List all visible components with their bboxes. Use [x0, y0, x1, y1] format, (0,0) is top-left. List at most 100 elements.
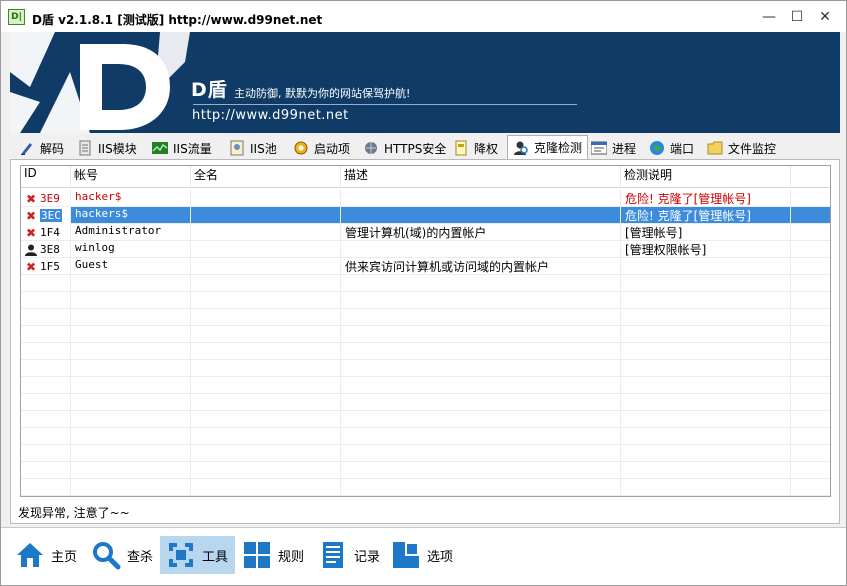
table-row[interactable]: ✖ 3E9 hacker$ 危险! 克隆了[管理帐号] [21, 190, 830, 207]
tab-label: IIS模块 [98, 141, 137, 156]
app-window: D| D盾 v2.1.8.1 [测试版] http://www.d99net.n… [0, 0, 847, 586]
tab-startup[interactable]: 启动项 [288, 137, 355, 159]
column-header-id[interactable]: ID [21, 166, 71, 188]
decode-icon [21, 143, 32, 155]
row-account: Administrator [71, 224, 191, 241]
banner-product-name: D盾 [191, 79, 228, 101]
log-icon [323, 542, 343, 568]
nav-options-button[interactable]: 选项 [385, 536, 459, 574]
user-icon [25, 244, 37, 256]
tab-iis-traffic[interactable]: IIS流量 [147, 137, 217, 159]
nav-log-button[interactable]: 记录 [312, 536, 386, 574]
row-id-cell: ✖ 3EC [21, 207, 71, 224]
maximize-button[interactable]: ☐ [783, 5, 811, 29]
nav-scan-button[interactable]: 查杀 [85, 536, 159, 574]
row-note: [管理帐号] [621, 224, 791, 241]
row-note: [管理权限帐号] [621, 241, 791, 258]
nav-rules-button[interactable]: 规则 [236, 536, 310, 574]
tab-label: 端口 [670, 141, 695, 156]
empty-row [21, 309, 830, 326]
app-icon: D| [8, 9, 25, 25]
nav-label: 工具 [202, 549, 229, 565]
tab-file-monitor[interactable]: 文件监控 [702, 137, 781, 159]
status-text: 发现异常, 注意了~~ [18, 506, 130, 520]
tab-process[interactable]: 进程 [586, 137, 641, 159]
minimize-button[interactable]: — [755, 5, 783, 29]
options-icon [393, 542, 419, 568]
column-header-note[interactable]: 检测说明 [621, 166, 791, 188]
rules-icon [244, 542, 270, 568]
row-account: winlog [71, 241, 191, 258]
empty-row [21, 275, 830, 292]
row-account: hacker$ [71, 190, 191, 207]
nav-tools-button[interactable]: 工具 [160, 536, 235, 574]
row-note: 危险! 克隆了[管理帐号] [621, 190, 791, 207]
tab-label: 降权 [474, 141, 499, 156]
column-header-fullname[interactable]: 全名 [191, 166, 341, 188]
nav-home-button[interactable]: 主页 [9, 536, 83, 574]
d-shield-logo-icon [10, 32, 190, 133]
nav-label: 主页 [51, 549, 78, 565]
account-list[interactable]: ID 帐号 全名 描述 检测说明 ✖ 3E9 hacker$ 危险! 克隆了[管理… [20, 165, 831, 497]
tab-iis-pool[interactable]: IIS池 [224, 137, 282, 159]
row-description [341, 190, 621, 207]
window-title: D盾 v2.1.8.1 [测试版] http://www.d99net.net [32, 13, 323, 27]
tab-label: 文件监控 [728, 141, 777, 156]
nav-label: 选项 [427, 549, 454, 565]
iis-pool-icon [230, 140, 244, 156]
tab-downgrade[interactable]: 降权 [448, 137, 503, 159]
tab-label: IIS池 [250, 141, 277, 156]
empty-row [21, 411, 830, 428]
tab-clone-detect[interactable]: 克隆检测 [507, 135, 589, 159]
main-nav: 主页 查杀 工具 规则 记录 选项 [1, 527, 846, 585]
cross-icon: ✖ [25, 225, 37, 240]
column-header-account[interactable]: 帐号 [71, 166, 191, 188]
row-id: 3E9 [40, 192, 60, 205]
title-bar[interactable]: D| D盾 v2.1.8.1 [测试版] http://www.d99net.n… [1, 1, 846, 32]
empty-row [21, 462, 830, 479]
row-id-cell: 3E8 [21, 241, 71, 258]
nav-label: 规则 [278, 549, 305, 565]
tab-label: 解码 [40, 141, 65, 156]
tab-decode[interactable]: 解码 [14, 137, 69, 159]
list-header: ID 帐号 全名 描述 检测说明 [21, 166, 830, 188]
tab-https[interactable]: HTTPS安全 [358, 137, 451, 159]
tab-label: HTTPS安全 [384, 141, 447, 156]
row-id: 3E8 [40, 243, 60, 256]
table-row[interactable]: ✖ 3EC hackers$ 危险! 克隆了[管理帐号] [21, 207, 830, 224]
tab-port[interactable]: 端口 [644, 137, 699, 159]
port-icon [650, 141, 664, 155]
column-header-description[interactable]: 描述 [341, 166, 621, 188]
table-row[interactable]: 3E8 winlog [管理权限帐号] [21, 241, 830, 258]
search-kill-icon [93, 542, 121, 570]
empty-row [21, 445, 830, 462]
row-account: Guest [71, 258, 191, 275]
close-button[interactable]: ✕ [811, 5, 839, 29]
empty-row [21, 479, 830, 496]
cross-icon: ✖ [25, 191, 37, 206]
row-fullname [191, 258, 341, 275]
cross-icon: ✖ [25, 208, 37, 223]
clone-detect-icon [514, 141, 528, 155]
row-fullname [191, 224, 341, 241]
tab-label: IIS流量 [173, 141, 212, 156]
empty-row [21, 343, 830, 360]
row-id-cell: ✖ 3E9 [21, 190, 71, 207]
iis-module-icon [79, 140, 91, 156]
empty-row [21, 360, 830, 377]
empty-row [21, 394, 830, 411]
row-fullname [191, 207, 341, 224]
tool-tabs: 解码 IIS模块 IIS流量 IIS池 启动项 HTTPS安全 降权 克隆检测 [10, 135, 840, 159]
table-row[interactable]: ✖ 1F5 Guest 供来宾访问计算机或访问域的内置帐户 [21, 258, 830, 275]
row-id-cell: ✖ 1F4 [21, 224, 71, 241]
table-row[interactable]: ✖ 1F4 Administrator 管理计算机(域)的内置帐户 [管理帐号] [21, 224, 830, 241]
row-note: 危险! 克隆了[管理帐号] [621, 207, 791, 224]
tab-label: 进程 [612, 141, 637, 156]
row-description [341, 241, 621, 258]
empty-row [21, 292, 830, 309]
empty-row [21, 428, 830, 445]
iis-traffic-icon [152, 142, 168, 154]
tab-iis-module[interactable]: IIS模块 [72, 137, 142, 159]
row-description: 供来宾访问计算机或访问域的内置帐户 [341, 258, 621, 275]
row-id: 3EC [40, 209, 62, 222]
